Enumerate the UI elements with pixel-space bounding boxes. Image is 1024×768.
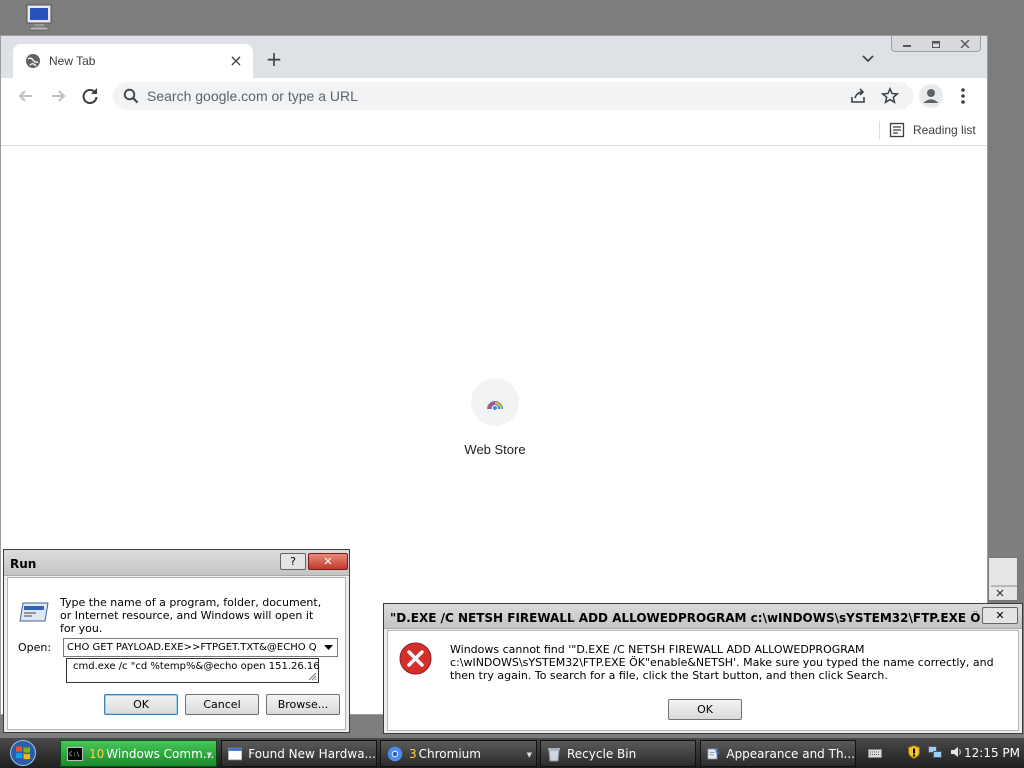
volume-icon[interactable] [950,746,962,761]
taskbar-item-label: Appearance and Th... [726,746,855,761]
recycle-bin-icon [548,747,560,761]
cancel-button[interactable]: Cancel [185,694,259,715]
omnibox-input[interactable] [147,86,827,106]
minimize-button[interactable] [892,36,921,51]
dropdown-item[interactable]: cmd.exe /c "cd %temp%&@echo open 151.26.… [73,661,320,672]
svg-text:C:\: C:\ [69,751,80,758]
ok-button[interactable]: OK [104,694,178,715]
web-store-label: Web Store [464,442,526,457]
close-window-button[interactable] [951,36,980,51]
run-program-icon [18,600,50,624]
search-icon [123,88,139,104]
error-titlebar[interactable]: "D.EXE /C NETSH FIREWALL ADD ALLOWEDPROG… [384,604,1022,629]
tab-strip: New Tab × + [1,36,987,78]
taskbar-item-label: Chromium [418,746,481,761]
tab-new-tab[interactable]: New Tab × [13,44,253,78]
taskbar: C:\ 10 Windows Comm... ▼ Found New Hardw… [0,738,1024,768]
taskbar-item-chromium[interactable]: 3 Chromium ▼ [380,740,537,767]
error-message: Windows cannot find '"D.EXE /C NETSH FIR… [450,643,994,682]
taskbar-item-label: Found New Hardwa... [248,746,376,761]
error-title: "D.EXE /C NETSH FIREWALL ADD ALLOWEDPROG… [390,611,980,625]
keyboard-icon[interactable] [868,747,882,761]
taskbar-item-found-new-hardware[interactable]: Found New Hardwa... [221,740,377,767]
close-error-button[interactable]: ✕ [982,607,1018,624]
taskbar-item-appearance-and-themes[interactable]: Appearance and Th... [700,740,856,767]
browser-toolbar [1,78,987,114]
run-title: Run [10,557,37,571]
window-icon [228,747,243,760]
back-button[interactable] [15,85,37,107]
start-button[interactable] [8,739,38,767]
open-input[interactable] [67,640,319,655]
taskbar-item-label: Recycle Bin [567,746,637,761]
error-icon [399,642,432,675]
reading-list-label: Reading list [913,123,976,137]
window-count: 3 [409,746,417,761]
network-icon[interactable] [928,746,942,761]
open-combobox[interactable] [63,638,338,657]
globe-icon [25,53,41,69]
reading-list-icon [889,122,905,138]
forward-button[interactable] [47,85,69,107]
security-shield-icon[interactable] [908,744,920,762]
taskbar-item-recycle-bin[interactable]: Recycle Bin [540,740,696,767]
reload-button[interactable] [79,85,101,107]
bookmark-bar: Reading list [1,114,987,146]
browse-button[interactable]: Browse... [266,694,340,715]
background-window[interactable] [988,557,1018,601]
web-store-icon [471,378,519,426]
group-dropdown-icon: ▼ [206,751,212,759]
profile-avatar-icon[interactable] [919,84,943,108]
run-dialog: Run ? ✕ Type the name of a program, fold… [3,549,350,733]
resize-grip-icon[interactable] [307,671,317,681]
window-count: 10 [89,746,105,761]
share-icon[interactable] [849,88,867,104]
error-ok-button[interactable]: OK [668,699,742,720]
command-prompt-icon: C:\ [67,746,83,761]
reading-list-button[interactable]: Reading list [889,120,976,140]
bookmark-star-icon[interactable] [880,86,900,105]
separator [879,121,880,139]
omnibox[interactable] [113,82,913,110]
tab-search-button[interactable] [859,52,877,66]
error-body: Windows cannot find '"D.EXE /C NETSH FIR… [387,630,1019,731]
web-store-tile[interactable]: Web Store [453,378,537,457]
my-computer-icon[interactable] [24,3,54,31]
system-clock[interactable]: 12:15 PM [964,746,1020,760]
run-body: Type the name of a program, folder, docu… [7,577,346,730]
error-dialog: "D.EXE /C NETSH FIREWALL ADD ALLOWEDPROG… [383,603,1023,734]
help-button[interactable]: ? [280,553,306,570]
close-tab-icon[interactable]: × [227,52,245,70]
tab-title: New Tab [49,54,96,68]
group-dropdown-icon: ▼ [526,751,532,759]
taskbar-item-windows-command[interactable]: C:\ 10 Windows Comm... ▼ [60,740,217,767]
taskbar-item-label: Windows Comm... [106,746,215,761]
menu-kebab-icon[interactable] [953,84,973,108]
run-titlebar[interactable]: Run ? ✕ [4,550,349,576]
control-panel-icon [707,747,720,759]
open-label: Open: [18,641,52,654]
dropdown-arrow-icon[interactable] [320,639,337,656]
chromium-icon [387,746,403,761]
run-description: Type the name of a program, folder, docu… [60,596,322,635]
new-tab-button[interactable]: + [263,48,285,70]
window-controls [891,36,981,52]
open-history-dropdown[interactable]: cmd.exe /c "cd %temp%&@echo open 151.26.… [66,658,320,683]
close-run-button[interactable]: ✕ [308,553,348,570]
restore-button[interactable] [921,36,950,51]
